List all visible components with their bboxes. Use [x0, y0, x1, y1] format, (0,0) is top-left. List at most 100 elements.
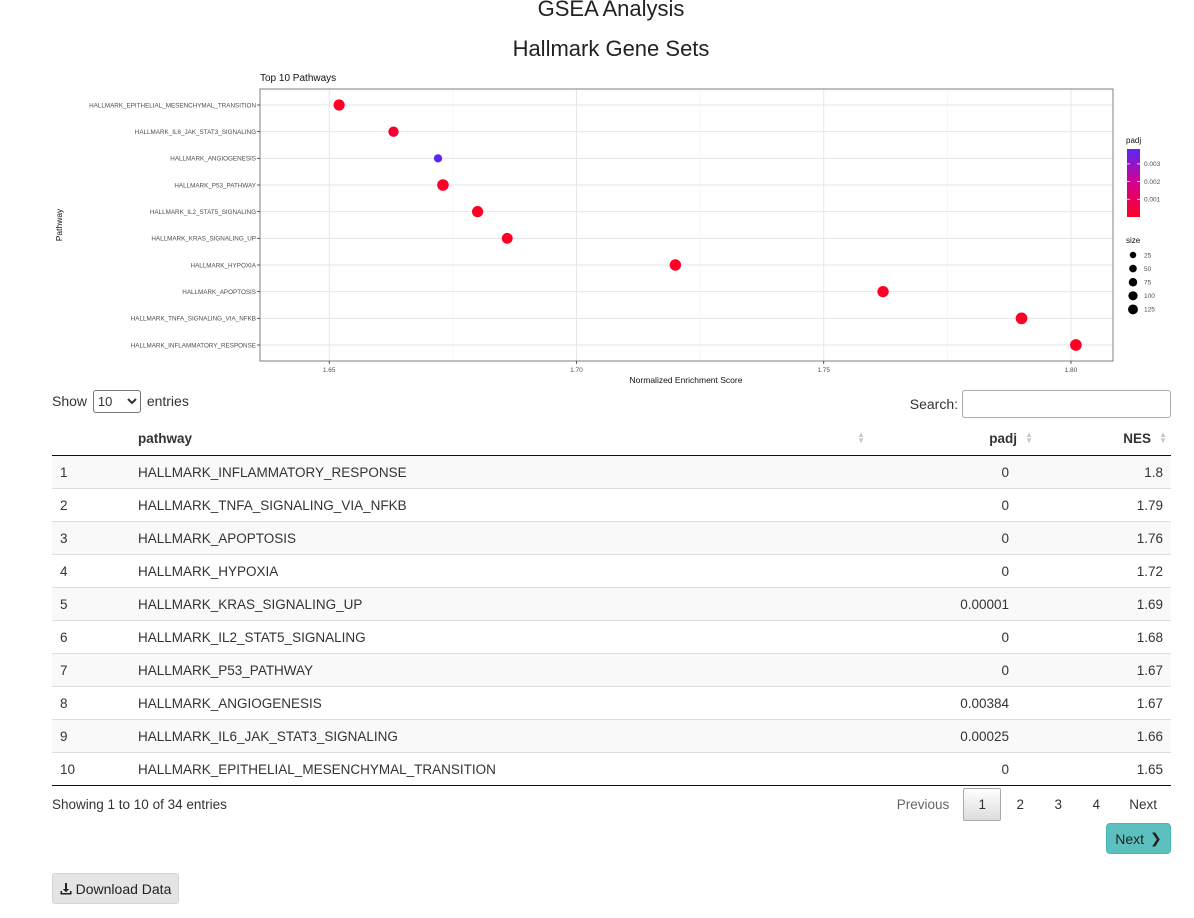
padj-legend: padj 0.003 0.002 0.001	[1126, 136, 1160, 217]
pagination-page-4[interactable]: 4	[1077, 788, 1115, 821]
size-legend-label: 125	[1144, 307, 1155, 314]
cell-nes: 1.65	[1037, 752, 1171, 786]
table-info: Showing 1 to 10 of 34 entries	[52, 797, 227, 812]
padj-legend-title: padj	[1126, 136, 1141, 145]
chart-point	[669, 259, 682, 271]
cell-pathway: HALLMARK_INFLAMMATORY_RESPONSE	[138, 464, 407, 480]
cell-pathway: HALLMARK_EPITHELIAL_MESENCHYMAL_TRANSITI…	[130, 752, 869, 786]
y-tick-label: HALLMARK_ANGIOGENESIS	[170, 156, 256, 163]
column-header-pathway[interactable]: pathway ▲ ▼	[130, 422, 869, 456]
table-search: Search:	[910, 390, 1171, 418]
cell-index: 7	[52, 653, 130, 687]
table-row[interactable]: 2 HALLMARK_TNFA_SIGNALING_VIA_NFKB 0 1.79	[52, 488, 1171, 522]
cell-padj: 0.00384	[869, 686, 1037, 720]
table-row[interactable]: 8 HALLMARK_ANGIOGENESIS 0.00384 1.67	[52, 686, 1171, 720]
cell-pathway: HALLMARK_IL2_STAT5_SIGNALING	[130, 620, 869, 654]
cell-index: 3	[52, 521, 130, 555]
pagination-page-1[interactable]: 1	[963, 788, 1002, 821]
cell-pathway: HALLMARK_APOPTOSIS	[130, 521, 869, 555]
sort-icon: ▲ ▼	[1025, 430, 1033, 445]
y-tick-labels: HALLMARK_EPITHELIAL_MESENCHYMAL_TRANSITI…	[89, 102, 260, 349]
chart-point	[1015, 312, 1028, 325]
search-input[interactable]	[962, 390, 1171, 418]
column-header-index[interactable]	[52, 422, 130, 456]
x-tick-label: 1.65	[323, 367, 336, 374]
chart-point	[388, 126, 399, 137]
pagination-previous[interactable]: Previous	[883, 788, 964, 821]
cell-padj: 0	[869, 554, 1037, 588]
size-legend-key	[1128, 304, 1138, 315]
column-header-nes-label: NES	[1123, 431, 1151, 446]
y-tick-label: HALLMARK_KRAS_SIGNALING_UP	[151, 236, 256, 243]
length-label-pre: Show	[52, 393, 88, 409]
table-row[interactable]: 1 HALLMARK_INFLAMMATORY_RESPONSE 0 1.8	[52, 455, 1171, 489]
x-tick-label: 1.70	[570, 367, 583, 374]
entries-length-control: Show 10 entries	[52, 390, 189, 413]
padj-colorbar	[1127, 149, 1140, 217]
pagination-page-2[interactable]: 2	[1001, 788, 1039, 821]
size-legend-label: 25	[1144, 252, 1152, 259]
column-header-padj[interactable]: padj ▲ ▼	[869, 422, 1037, 456]
size-legend-label: 75	[1144, 280, 1152, 287]
y-tick-label: HALLMARK_APOPTOSIS	[182, 289, 256, 296]
table-row[interactable]: 6 HALLMARK_IL2_STAT5_SIGNALING 0 1.68	[52, 620, 1171, 654]
size-legend-label: 100	[1144, 293, 1155, 300]
cell-padj: 0.00025	[869, 719, 1037, 753]
x-axis-label: Normalized Enrichment Score	[630, 375, 743, 385]
cell-index: 4	[52, 554, 130, 588]
cell-index: 5	[52, 587, 130, 621]
size-legend-key	[1128, 277, 1138, 287]
table-row[interactable]: 7 HALLMARK_P53_PATHWAY 0 1.67	[52, 653, 1171, 687]
x-tick-label: 1.80	[1065, 367, 1078, 374]
cell-index: 10	[52, 752, 130, 786]
chart-point	[1070, 339, 1082, 351]
table-row[interactable]: 9 HALLMARK_IL6_JAK_STAT3_SIGNALING 0.00025…	[52, 719, 1171, 753]
chart-point	[333, 99, 345, 111]
cell-nes: 1.67	[1037, 653, 1171, 687]
cell-padj: 0	[1001, 464, 1009, 480]
cell-index: 8	[52, 686, 130, 720]
table-row[interactable]: 5 HALLMARK_KRAS_SIGNALING_UP 0.00001 1.69	[52, 587, 1171, 621]
y-tick-label: HALLMARK_P53_PATHWAY	[174, 182, 256, 189]
chart-title: Top 10 Pathways	[260, 73, 336, 84]
download-icon	[60, 882, 72, 894]
length-label-post: entries	[146, 393, 189, 409]
page-title: GSEA Analysis	[537, 0, 685, 21]
page-subtitle: Hallmark Gene Sets	[512, 36, 710, 61]
y-tick-label: HALLMARK_TNFA_SIGNALING_VIA_NFKB	[131, 316, 256, 323]
cell-nes: 1.67	[1037, 686, 1171, 720]
padj-legend-label: 0.002	[1144, 179, 1160, 186]
plot-grid	[260, 89, 1113, 361]
size-legend-key	[1128, 291, 1138, 301]
y-tick-label: HALLMARK_IL6_JAK_STAT3_SIGNALING	[135, 129, 256, 136]
column-header-pathway-label: pathway	[138, 431, 193, 446]
cell-padj: 0	[869, 653, 1037, 687]
y-tick-label: HALLMARK_INFLAMMATORY_RESPONSE	[131, 342, 256, 349]
column-header-nes[interactable]: NES ▲ ▼	[1037, 422, 1171, 456]
entries-select[interactable]: 10	[92, 390, 141, 413]
sort-icon: ▲ ▼	[1159, 430, 1167, 445]
pagination-page-3[interactable]: 3	[1039, 788, 1077, 821]
next-button[interactable]: Next ❯	[1106, 823, 1171, 854]
table-row[interactable]: 4 HALLMARK_HYPOXIA 0 1.72	[52, 554, 1171, 588]
table-body: 1 HALLMARK_INFLAMMATORY_RESPONSE 0 1.8 2 HALL…	[52, 455, 1171, 786]
pagination-next[interactable]: Next	[1115, 788, 1171, 821]
cell-pathway: HALLMARK_HYPOXIA	[130, 554, 869, 588]
chevron-right-icon: ❯	[1150, 830, 1162, 846]
table-row[interactable]: 3 HALLMARK_APOPTOSIS 0 1.76	[52, 521, 1171, 555]
column-header-padj-label: padj	[989, 431, 1017, 446]
cell-index: 9	[52, 719, 130, 753]
cell-nes: 1.8	[1144, 464, 1163, 480]
pagination: Previous 1 2 3 4 Next	[883, 788, 1171, 821]
search-label: Search:	[909, 396, 958, 412]
cell-padj: 0	[869, 521, 1037, 555]
table-row[interactable]: 10 HALLMARK_EPITHELIAL_MESENCHYMAL_TRANSI…	[52, 752, 1171, 786]
cell-nes: 1.66	[1037, 719, 1171, 753]
cell-pathway: HALLMARK_KRAS_SIGNALING_UP	[130, 587, 869, 621]
chart-point	[877, 286, 889, 298]
chart-point	[437, 179, 449, 191]
size-legend: size 25 50 75 100 125	[1126, 236, 1155, 315]
sort-icon: ▲ ▼	[857, 430, 865, 445]
download-data-button[interactable]: Download Data	[52, 873, 179, 904]
cell-padj: 0.00001	[869, 587, 1037, 621]
